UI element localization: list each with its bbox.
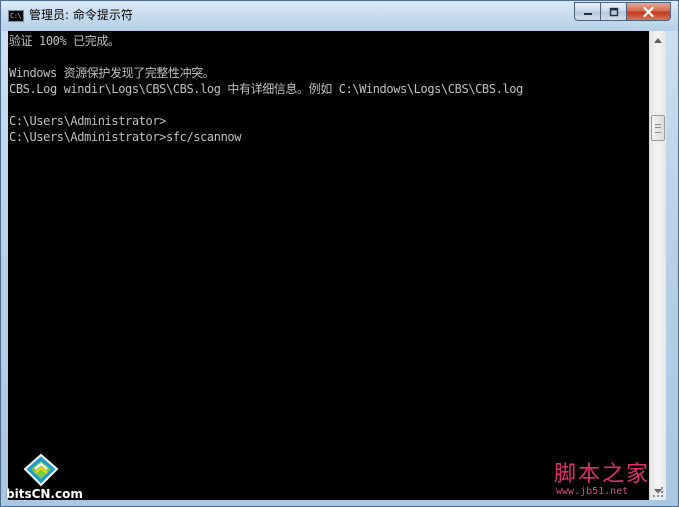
- bitscn-watermark: bitsCN.com: [5, 453, 95, 503]
- console-line: C:\Users\Administrator>sfc/scannow: [9, 130, 242, 144]
- console-line: Windows 资源保护发现了完整性冲突。: [9, 66, 215, 80]
- close-icon: [643, 6, 654, 17]
- scroll-up-button[interactable]: [650, 31, 666, 48]
- vertical-scrollbar[interactable]: [649, 31, 666, 500]
- scroll-thumb[interactable]: [651, 115, 665, 141]
- title-bar[interactable]: C:\ 管理员: 命令提示符: [1, 1, 678, 31]
- scroll-grip-icon: [655, 124, 661, 133]
- console-window: C:\ 管理员: 命令提示符 验证 100% 已完成。 Windows 资源保护…: [0, 0, 679, 507]
- maximize-icon: [609, 7, 618, 16]
- cmd-console-icon-label: C:\: [10, 12, 22, 20]
- console-line: CBS.Log windir\Logs\CBS\CBS.log 中有详细信息。例…: [9, 82, 523, 96]
- minimize-icon: [583, 12, 592, 15]
- console-line: 验证 100% 已完成。: [9, 34, 120, 48]
- minimize-button[interactable]: [574, 2, 601, 21]
- jb51-watermark-url: www.jb51.net: [556, 486, 629, 497]
- bitscn-watermark-text: bitsCN.com: [6, 487, 83, 501]
- cmd-console-icon[interactable]: C:\: [8, 10, 24, 22]
- scroll-up-arrow-icon: [654, 37, 662, 43]
- bitscn-logo-icon: [23, 453, 59, 487]
- console-line: C:\Users\Administrator>: [9, 114, 166, 128]
- console-output[interactable]: 验证 100% 已完成。 Windows 资源保护发现了完整性冲突。 CBS.L…: [8, 31, 649, 500]
- window-title: 管理员: 命令提示符: [29, 8, 133, 22]
- maximize-button[interactable]: [601, 2, 627, 21]
- caption-buttons: [574, 2, 671, 21]
- close-button[interactable]: [627, 2, 671, 21]
- jb51-watermark-title: 脚本之家: [554, 462, 651, 487]
- jb51-watermark: 脚本之家 www.jb51.net: [554, 456, 674, 504]
- console-text: 验证 100% 已完成。 Windows 资源保护发现了完整性冲突。 CBS.L…: [8, 31, 649, 145]
